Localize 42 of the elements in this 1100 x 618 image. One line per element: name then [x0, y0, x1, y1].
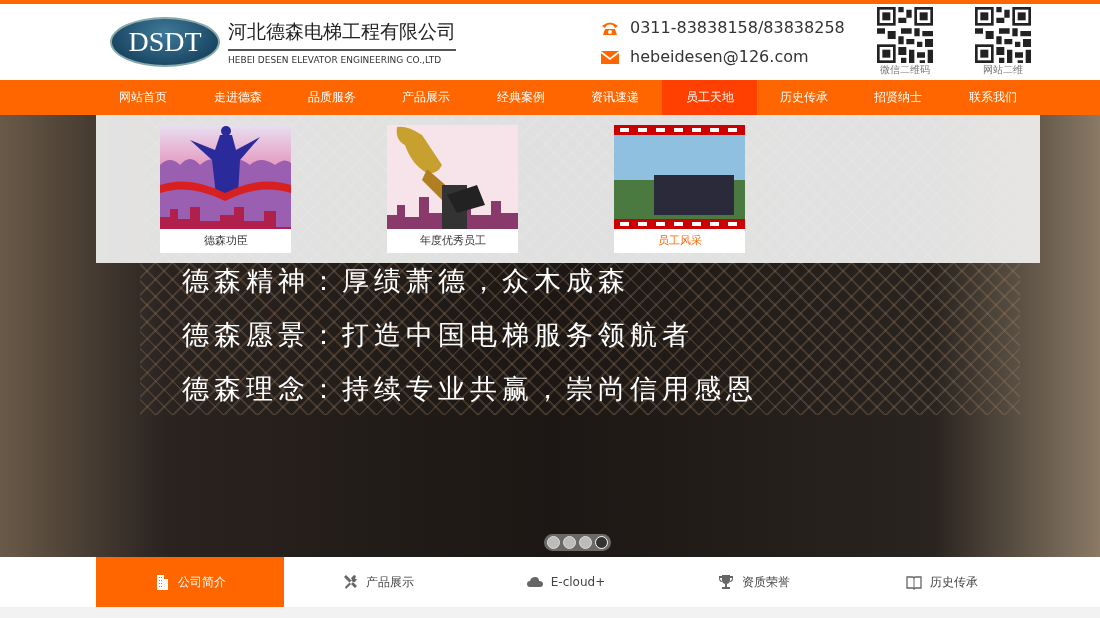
dropdown-card[interactable]: 员工风采 — [614, 125, 745, 253]
nav-item[interactable]: 走进德森 — [190, 80, 285, 115]
section-tab[interactable]: 资质荣誉 — [660, 557, 848, 607]
logo-emblem[interactable]: DSDT — [110, 17, 220, 67]
qr-caption: 网站二维 — [983, 63, 1023, 77]
slider-dot[interactable] — [579, 536, 592, 549]
banner-slogan: 德森理念：持续专业共赢，崇尚信用感恩 — [182, 373, 758, 405]
mail-icon — [600, 48, 620, 65]
nav-item[interactable]: 招贤纳士 — [851, 80, 946, 115]
cloud-icon — [526, 574, 543, 590]
nav-item[interactable]: 网站首页 — [96, 80, 191, 115]
email-address: hebeidesen@126.com — [630, 47, 809, 66]
nav-item[interactable]: 员工天地 — [662, 80, 757, 115]
trophy-icon — [718, 574, 734, 590]
section-tab[interactable]: E-cloud+ — [472, 557, 660, 607]
nav-item[interactable]: 资讯速递 — [568, 80, 663, 115]
qr-caption: 微信二维码 — [880, 63, 930, 77]
nav-item[interactable]: 历史传承 — [756, 80, 852, 115]
card-caption: 年度优秀员工 — [418, 233, 487, 249]
section-tab[interactable]: 产品展示 — [284, 557, 472, 607]
phone-number: 0311-83838158/83838258 — [630, 18, 845, 37]
banner-slogan: 德森精神：厚绩萧德，众木成森 — [182, 265, 631, 297]
nav-item[interactable]: 产品展示 — [379, 80, 474, 115]
company-name: 河北德森电梯工程有限公司 — [228, 19, 456, 51]
card-caption: 德森功臣 — [202, 233, 249, 249]
nav-item[interactable]: 品质服务 — [284, 80, 380, 115]
nav-item[interactable]: 经典案例 — [473, 80, 569, 115]
tools-icon — [342, 574, 358, 590]
dropdown-card[interactable]: 德森功臣 — [160, 125, 291, 253]
card-caption: 员工风采 — [656, 233, 703, 249]
book-icon — [906, 574, 922, 590]
qr-code — [877, 7, 933, 63]
qr-code — [975, 7, 1031, 63]
nav-item[interactable]: 联系我们 — [945, 80, 1041, 115]
company-name-english: HEBEI DESEN ELEVATOR ENGINEERING CO.,LTD — [228, 54, 443, 65]
slider-dot[interactable] — [547, 536, 560, 549]
section-tab[interactable]: 历史传承 — [848, 557, 1036, 607]
dropdown-card[interactable]: 年度优秀员工 — [387, 125, 518, 253]
banner-slogan: 德森愿景：打造中国电梯服务领航者 — [182, 319, 695, 351]
section-tab[interactable]: 公司简介 — [96, 557, 284, 607]
building-icon — [154, 574, 170, 590]
slider-dot[interactable] — [563, 536, 576, 549]
